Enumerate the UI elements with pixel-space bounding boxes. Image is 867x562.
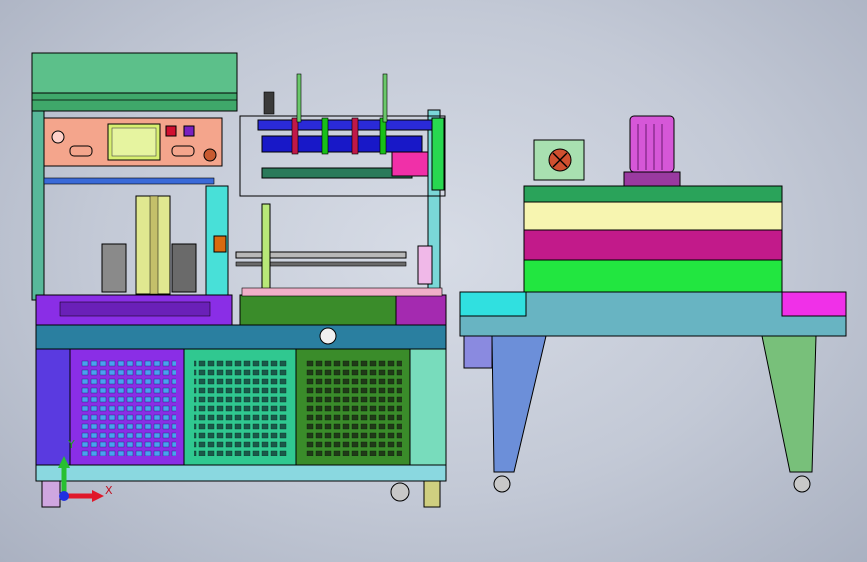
tunnel-top-cover[interactable] — [523, 185, 783, 203]
power-knob[interactable] — [203, 148, 217, 162]
shrink-tunnel[interactable] — [459, 115, 847, 493]
triad-y-label: Y — [67, 438, 75, 451]
roller-ring-4[interactable] — [379, 117, 387, 155]
adjust-rod-2[interactable] — [382, 73, 388, 123]
conveyor-top-plate[interactable] — [241, 287, 443, 297]
blower-motor[interactable] — [629, 115, 675, 173]
adjust-rod-1[interactable] — [296, 73, 302, 123]
top-hood[interactable] — [31, 52, 238, 94]
gear-box[interactable] — [171, 243, 197, 293]
caster-wheel-left[interactable] — [390, 482, 410, 502]
orange-sensor[interactable] — [213, 235, 227, 253]
cad-viewport[interactable]: X Y — [0, 0, 867, 562]
frame-left-column[interactable] — [31, 109, 45, 301]
centre-knob[interactable] — [319, 327, 337, 345]
foot-right[interactable] — [423, 480, 441, 508]
tunnel-band-yellow[interactable] — [523, 201, 783, 231]
film-guide-rail[interactable] — [43, 177, 215, 185]
tunnel-band-magenta[interactable] — [523, 229, 783, 261]
tunnel-caster-left[interactable] — [493, 475, 511, 493]
film-roller-main[interactable] — [261, 135, 423, 153]
tunnel-leg-left[interactable] — [491, 335, 547, 473]
pink-motor[interactable] — [391, 151, 429, 177]
tunnel-leg-right[interactable] — [761, 335, 817, 473]
motor-block[interactable] — [101, 243, 127, 293]
table-entry-cyan[interactable] — [459, 291, 527, 317]
adjust-handle[interactable] — [263, 91, 275, 115]
film-roller-top[interactable] — [257, 119, 439, 131]
roller-ring-3[interactable] — [351, 117, 359, 155]
indicator-purple-button[interactable] — [183, 125, 195, 137]
green-side-plate[interactable] — [431, 117, 445, 191]
roller-ring-1[interactable] — [291, 117, 299, 155]
sealer-machine[interactable] — [31, 52, 447, 508]
emergency-stop-button[interactable] — [51, 130, 65, 144]
sealing-pillar[interactable] — [261, 203, 271, 295]
roller-ring-2[interactable] — [321, 117, 329, 155]
vent-grid-right — [306, 360, 402, 456]
triad-x-label: X — [105, 484, 113, 497]
bottom-base-plate[interactable] — [35, 464, 447, 482]
outfeed-tray[interactable] — [395, 294, 447, 326]
tunnel-caster-right[interactable] — [793, 475, 811, 493]
vent-grid-middle — [194, 360, 288, 456]
table-left-bracket[interactable] — [463, 335, 493, 369]
motor-base[interactable] — [623, 171, 681, 187]
cabinet-left-side[interactable] — [35, 348, 71, 466]
vent-grid-left — [80, 360, 176, 456]
conveyor-belt[interactable] — [239, 294, 397, 326]
assembly-canvas[interactable]: X Y — [0, 0, 867, 562]
base-band[interactable] — [35, 324, 447, 350]
foot-left[interactable] — [41, 480, 61, 508]
table-exit-magenta[interactable] — [781, 291, 847, 317]
hood-rail[interactable] — [31, 92, 238, 112]
cabinet-right-side[interactable] — [409, 348, 447, 466]
pink-guide[interactable] — [417, 245, 433, 285]
tunnel-band-green[interactable] — [523, 259, 783, 293]
triad-origin-icon — [59, 491, 69, 501]
film-roller-lower[interactable] — [261, 167, 413, 179]
indicator-red-button[interactable] — [165, 125, 177, 137]
